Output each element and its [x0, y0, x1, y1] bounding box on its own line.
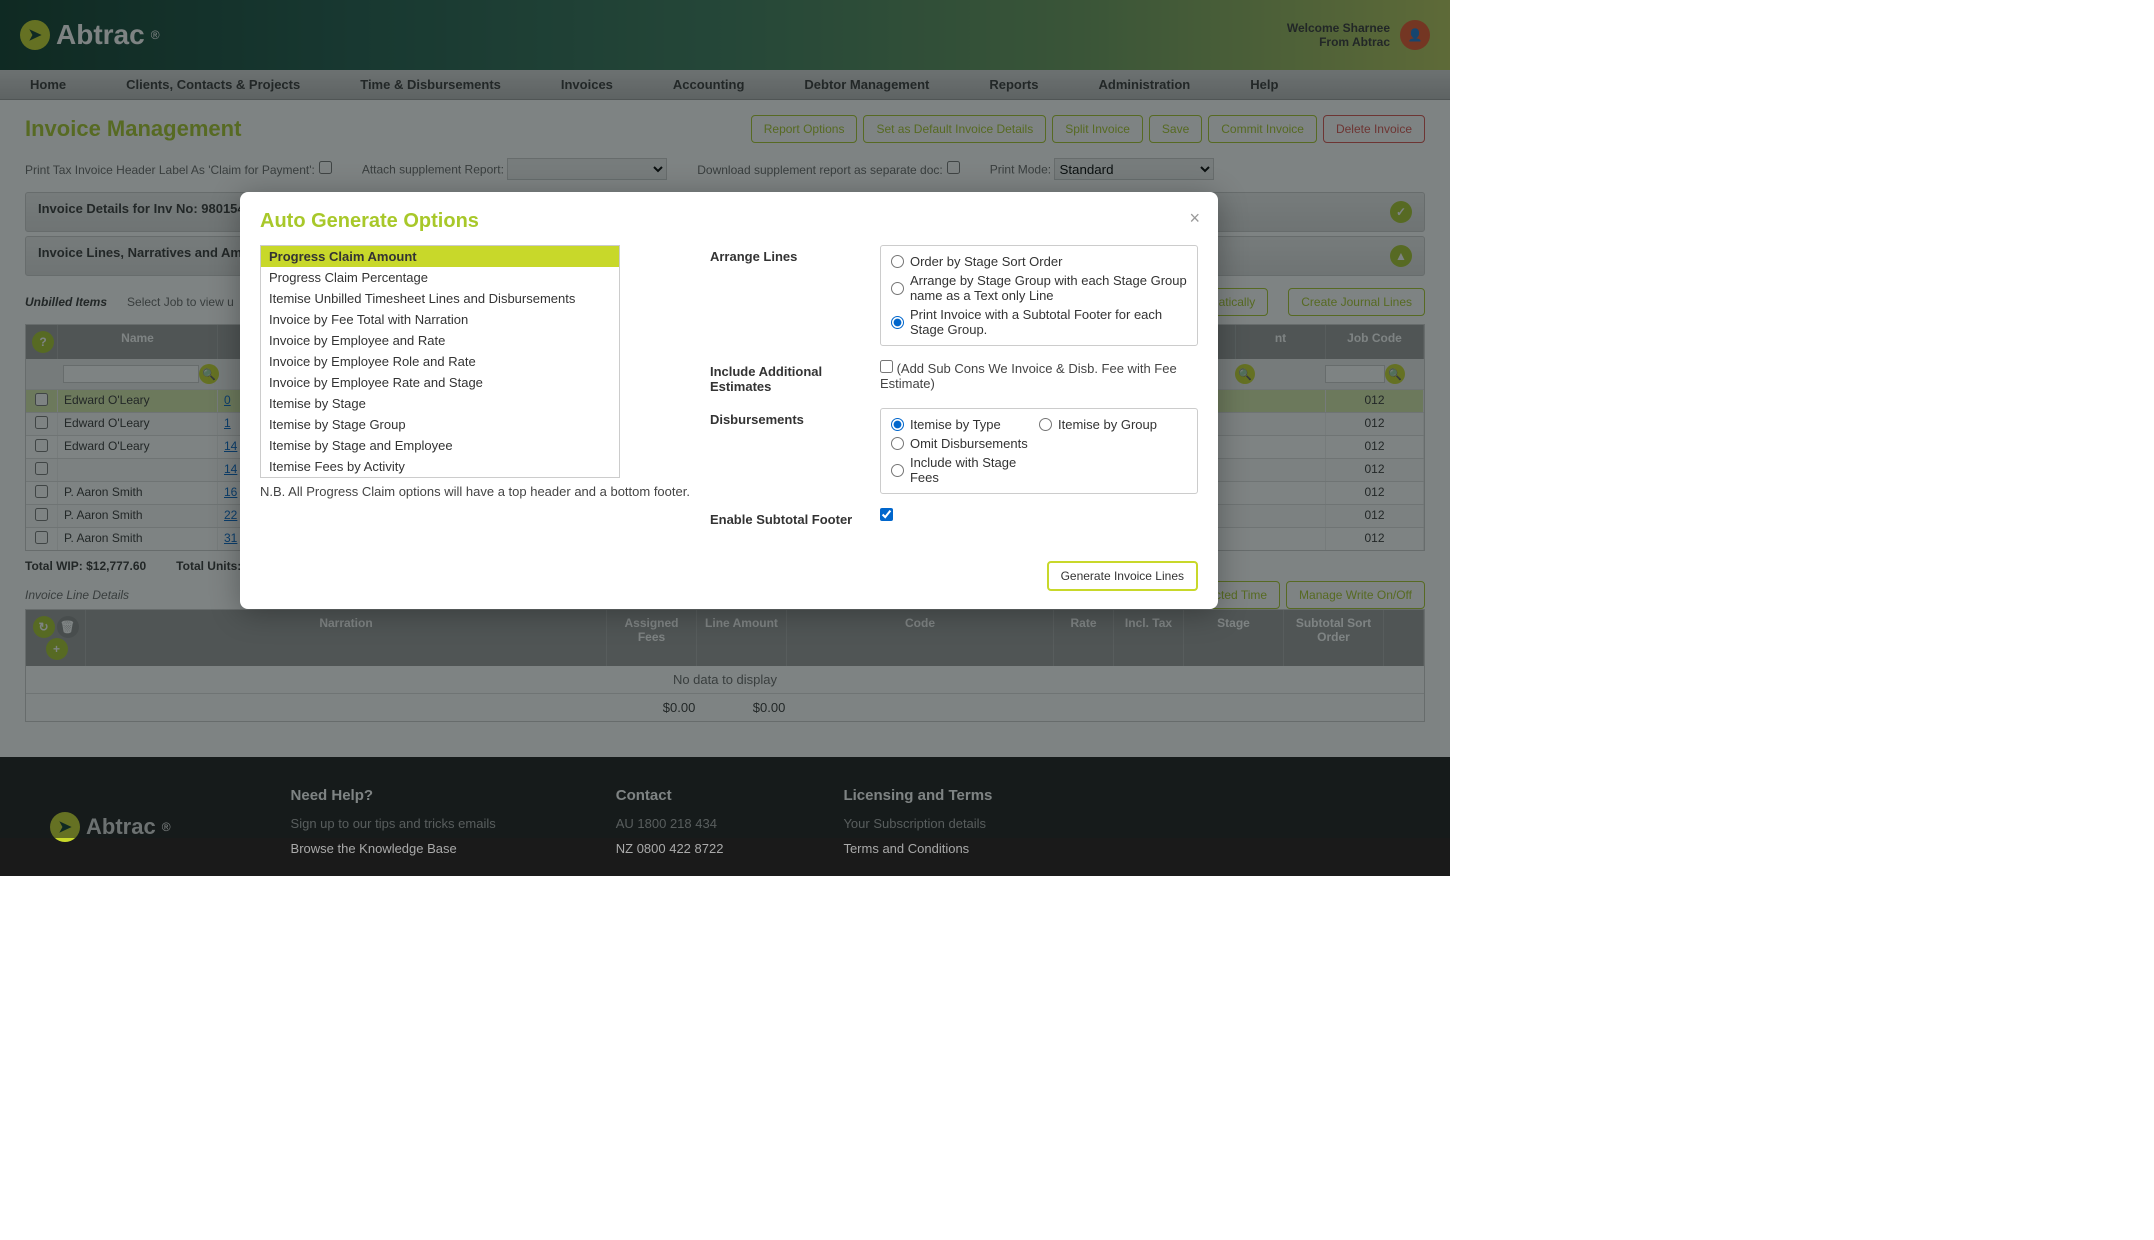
generate-option[interactable]: Invoice by Fee Total with Narration	[261, 309, 619, 330]
disb-radio[interactable]	[891, 464, 904, 477]
disb-options: Itemise by TypeOmit DisbursementsInclude…	[880, 408, 1198, 494]
disb-group-radio[interactable]	[1039, 418, 1052, 431]
generate-option[interactable]: Progress Claim Amount	[261, 246, 619, 267]
options-list: Progress Claim AmountProgress Claim Perc…	[260, 245, 620, 478]
generate-option[interactable]: Progress Claim Percentage	[261, 267, 619, 288]
subtotal-footer-label: Enable Subtotal Footer	[710, 508, 870, 527]
generate-invoice-lines-button[interactable]: Generate Invoice Lines	[1047, 561, 1198, 591]
generate-option[interactable]: Invoice by Employee and Rate	[261, 330, 619, 351]
footer-link[interactable]: Browse the Knowledge Base	[291, 841, 496, 856]
disb-label: Disbursements	[710, 408, 870, 427]
generate-option[interactable]: Invoice by Employee Rate and Stage	[261, 372, 619, 393]
close-icon[interactable]: ×	[1189, 208, 1200, 229]
generate-option[interactable]: Itemise Fees by Activity	[261, 456, 619, 477]
include-estimates-checkbox[interactable]	[880, 360, 893, 373]
modal-title: Auto Generate Options	[260, 210, 1198, 233]
auto-generate-modal: Auto Generate Options × Progress Claim A…	[240, 192, 1218, 609]
generate-option[interactable]: Itemise by Stage	[261, 393, 619, 414]
arrange-radio[interactable]	[891, 255, 904, 268]
include-label: Include Additional Estimates	[710, 360, 870, 394]
arrange-radio[interactable]	[891, 316, 904, 329]
generate-option[interactable]: Itemise Unbilled Timesheet Lines and Dis…	[261, 288, 619, 309]
subtotal-footer-checkbox[interactable]	[880, 508, 893, 521]
generate-option[interactable]: Itemise by Stage Group	[261, 414, 619, 435]
arrange-options: Order by Stage Sort OrderArrange by Stag…	[880, 245, 1198, 346]
generate-option[interactable]: Itemise by Stage and Employee	[261, 435, 619, 456]
arrange-radio[interactable]	[891, 282, 904, 295]
disb-radio[interactable]	[891, 437, 904, 450]
modal-note: N.B. All Progress Claim options will hav…	[260, 484, 690, 499]
arrange-label: Arrange Lines	[710, 245, 870, 264]
disb-radio[interactable]	[891, 418, 904, 431]
footer-link[interactable]: Terms and Conditions	[843, 841, 992, 856]
generate-option[interactable]: Invoice by Employee Role and Rate	[261, 351, 619, 372]
